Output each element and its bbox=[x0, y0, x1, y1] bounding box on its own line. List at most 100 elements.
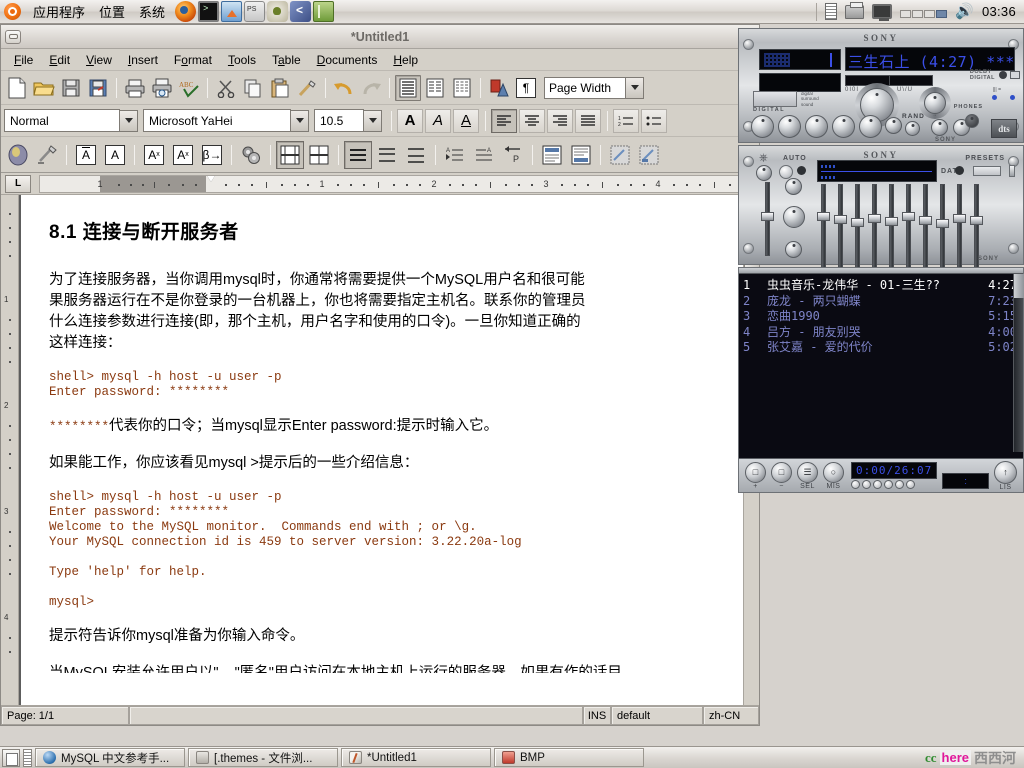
add-file-icon[interactable]: □ bbox=[745, 461, 766, 483]
list-item[interactable]: 2 庞龙 - 两只蝴蝶 7:23 bbox=[743, 294, 1017, 310]
eq-band-slider[interactable] bbox=[936, 184, 949, 270]
chevron-down-icon[interactable] bbox=[291, 109, 309, 132]
scrollbar-thumb[interactable] bbox=[1014, 274, 1024, 298]
eq-knob-top[interactable] bbox=[785, 178, 802, 195]
list-item[interactable]: 5 张艾嘉 - 爱的代价 5:02 bbox=[743, 340, 1017, 356]
para-align-block-icon[interactable] bbox=[344, 140, 372, 169]
list-icon[interactable]: ↑ bbox=[994, 460, 1017, 484]
bold-button[interactable]: A bbox=[397, 108, 423, 133]
power-icon[interactable]: ⎈ bbox=[759, 152, 768, 165]
menu-format[interactable]: Format bbox=[167, 51, 219, 69]
delete-rows-icon[interactable] bbox=[305, 141, 333, 169]
underline-button[interactable]: A bbox=[453, 108, 479, 133]
random-icon[interactable] bbox=[905, 121, 920, 136]
copy-icon[interactable] bbox=[240, 75, 266, 101]
auto-button[interactable] bbox=[779, 165, 793, 179]
superscript-icon[interactable]: Ax bbox=[140, 141, 168, 169]
open-folder-icon[interactable] bbox=[31, 75, 57, 101]
list-item[interactable]: 4 吕方 - 朋友别哭 4:00 bbox=[743, 325, 1017, 341]
redo-icon[interactable] bbox=[358, 75, 384, 101]
font-size-combo[interactable]: 10.5 bbox=[314, 109, 382, 132]
stop-icon[interactable] bbox=[832, 115, 855, 138]
stop-icon[interactable] bbox=[884, 480, 893, 489]
header-icon[interactable] bbox=[538, 141, 566, 169]
menu-system[interactable]: 系统 bbox=[137, 1, 167, 22]
symbol-icon[interactable]: β→ bbox=[198, 141, 226, 169]
pause-icon[interactable] bbox=[805, 115, 828, 138]
align-left-icon[interactable] bbox=[491, 108, 517, 133]
italic-button[interactable]: A bbox=[425, 108, 451, 133]
font-combo[interactable]: Microsoft YaHei bbox=[143, 109, 309, 132]
highlight-color-icon[interactable] bbox=[486, 75, 512, 101]
xmms-playlist-window[interactable]: 1 虫虫音乐-龙伟华 - 01-三生?? 4:27 2 庞龙 - 两只蝴蝶 7:… bbox=[738, 267, 1024, 493]
list-item[interactable]: 1 虫虫音乐-龙伟华 - 01-三生?? 4:27 bbox=[743, 278, 1017, 294]
printer-icon[interactable] bbox=[845, 1, 865, 19]
previous-icon[interactable] bbox=[851, 480, 860, 489]
horizontal-ruler[interactable]: 1 1 2 3 4 bbox=[39, 174, 741, 193]
style-value[interactable]: Normal bbox=[4, 109, 120, 132]
eq-band-slider[interactable] bbox=[953, 184, 966, 270]
indent-increase-icon[interactable]: A bbox=[441, 141, 469, 169]
terminal-icon[interactable] bbox=[198, 1, 220, 22]
footer-icon[interactable] bbox=[567, 141, 595, 169]
view-print-icon[interactable] bbox=[449, 75, 475, 101]
next-icon[interactable] bbox=[859, 115, 882, 138]
gimp-icon[interactable] bbox=[267, 1, 289, 22]
menu-documents[interactable]: Documents bbox=[310, 51, 385, 69]
style-combo[interactable]: Normal bbox=[4, 109, 138, 132]
view-normal-icon[interactable] bbox=[395, 74, 421, 101]
ubuntu-logo-icon[interactable] bbox=[4, 3, 21, 20]
playlist-scrollbar[interactable] bbox=[1013, 274, 1024, 452]
eject-icon[interactable] bbox=[906, 480, 915, 489]
monitor-icon[interactable] bbox=[872, 4, 893, 21]
list-item[interactable]: 3 恋曲1990 5:15 bbox=[743, 309, 1017, 325]
align-justify-icon[interactable] bbox=[575, 108, 601, 133]
blue-app-icon[interactable] bbox=[290, 1, 312, 22]
indent-marker[interactable] bbox=[206, 176, 217, 192]
window-list-icon[interactable] bbox=[23, 748, 32, 767]
align-right-icon[interactable] bbox=[547, 108, 573, 133]
menu-file[interactable]: File bbox=[7, 51, 40, 69]
chevron-down-icon[interactable] bbox=[120, 109, 138, 132]
chevron-down-icon[interactable] bbox=[364, 109, 382, 132]
new-document-icon[interactable] bbox=[4, 75, 30, 101]
para-lines-icon[interactable] bbox=[402, 141, 430, 169]
menu-help[interactable]: Help bbox=[386, 51, 425, 69]
document-page[interactable]: 8.1 连接与断开服务者 为了连接服务器，当你调用mysql时，你通常将需要提供… bbox=[19, 195, 759, 705]
menu-applications[interactable]: 应用程序 bbox=[31, 1, 87, 22]
task-button-bmp[interactable]: BMP bbox=[494, 748, 644, 767]
cpu-meter-icon[interactable] bbox=[900, 6, 948, 18]
tab-stop-selector[interactable]: L bbox=[5, 174, 31, 193]
eq-band-slider[interactable] bbox=[919, 184, 932, 270]
bulleted-list-icon[interactable] bbox=[641, 108, 667, 133]
playlist-entries[interactable]: 1 虫虫音乐-龙伟华 - 01-三生?? 4:27 2 庞龙 - 两只蝴蝶 7:… bbox=[739, 274, 1023, 356]
print-preview-icon[interactable] bbox=[149, 75, 175, 101]
overline-icon[interactable]: A bbox=[72, 141, 100, 169]
track-title-display[interactable]: 三生石上 (4:27) *** 1. 虫 bbox=[845, 47, 1015, 71]
menu-places[interactable]: 位置 bbox=[97, 1, 127, 22]
eq-knob-mid[interactable] bbox=[783, 206, 805, 228]
eject-icon[interactable] bbox=[885, 117, 902, 134]
visualizer-display[interactable] bbox=[759, 49, 841, 70]
presets-slot[interactable] bbox=[973, 166, 1001, 176]
format-painter-icon[interactable] bbox=[294, 75, 320, 101]
task-button-themes[interactable]: [.themes - 文件浏... bbox=[188, 748, 338, 767]
eq-band-slider[interactable] bbox=[834, 184, 847, 270]
eq-knob-bottom[interactable] bbox=[785, 241, 802, 258]
show-paragraph-marks-icon[interactable]: ¶ bbox=[513, 75, 539, 101]
font-value[interactable]: Microsoft YaHei bbox=[143, 109, 291, 132]
home-folder-icon[interactable] bbox=[221, 1, 243, 22]
dictionary-icon[interactable] bbox=[313, 1, 335, 22]
para-spacing-icon[interactable] bbox=[373, 141, 401, 169]
repeat-icon[interactable] bbox=[931, 119, 948, 136]
menu-edit[interactable]: Edit bbox=[42, 51, 77, 69]
zoom-value[interactable]: Page Width bbox=[544, 76, 626, 99]
status-insert-mode[interactable]: INS bbox=[583, 706, 611, 725]
print-icon[interactable] bbox=[122, 75, 148, 101]
task-button-untitled1[interactable]: *Untitled1 bbox=[341, 748, 491, 767]
numbered-list-icon[interactable]: 12 bbox=[613, 108, 639, 133]
cut-scissors-icon[interactable] bbox=[213, 75, 239, 101]
xmms-main-window[interactable]: SONY 三生石上 (4:27) *** 1. 虫 0I0I U\/U DOLB… bbox=[738, 28, 1024, 143]
next-icon[interactable] bbox=[895, 480, 904, 489]
zoom-combo[interactable]: Page Width bbox=[544, 76, 644, 99]
